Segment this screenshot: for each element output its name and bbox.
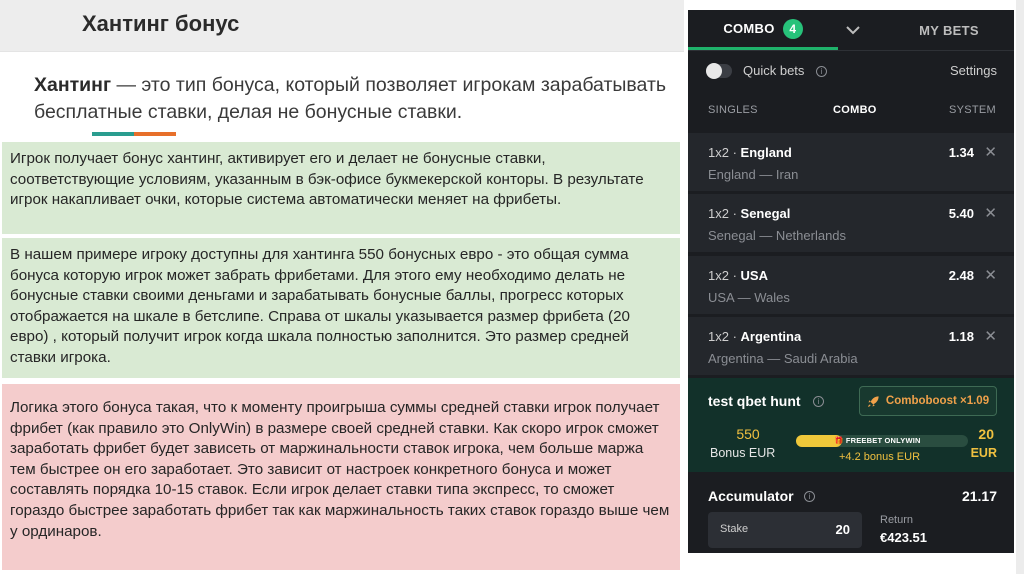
info-icon[interactable]: i xyxy=(804,491,815,502)
stake-label: Stake xyxy=(720,523,749,535)
bet-item: 1x2 · Senegal Senegal — Netherlands 5.40… xyxy=(688,194,1014,252)
bet-odd: 2.48 xyxy=(948,268,974,283)
bet-market: 1x2 · Argentina xyxy=(708,329,802,344)
bet-match: England — Iran xyxy=(708,167,799,182)
stake-input[interactable]: Stake 20 xyxy=(708,512,862,548)
close-icon[interactable]: ✕ xyxy=(984,143,997,161)
bet-match: USA — Wales xyxy=(708,290,790,305)
progress-label-text: FREEBET ONLYWIN xyxy=(845,436,921,445)
bet-odd: 1.18 xyxy=(948,329,974,344)
bet-item: 1x2 · Argentina Argentina — Saudi Arabia… xyxy=(688,317,1014,375)
bet-pick: Argentina xyxy=(740,329,802,344)
close-icon[interactable]: ✕ xyxy=(984,266,997,284)
comboboost-button[interactable]: Comboboost ×1.09 xyxy=(859,386,997,416)
bet-pick: England xyxy=(740,145,792,160)
bet-match: Senegal — Netherlands xyxy=(708,228,847,243)
intro-text: Хантинг — это тип бонуса, который позвол… xyxy=(34,72,674,126)
slide-title: Хантинг бонус xyxy=(82,11,240,36)
comboboost-label: Comboboost ×1.09 xyxy=(885,395,990,407)
bet-pick: Senegal xyxy=(740,206,791,221)
bet-market-type: 1x2 xyxy=(708,329,729,344)
return-label: Return xyxy=(880,514,914,526)
info-box-example: В нашем примере игроку доступны для хант… xyxy=(2,238,680,378)
progress-label: 🎁 FREEBET ONLYWIN xyxy=(834,436,921,445)
bet-market: 1x2 · England xyxy=(708,145,792,160)
betslip-panel: COMBO 4 MY BETS Quick bets i Settings SI… xyxy=(688,10,1014,553)
tab-combo-label: COMBO xyxy=(723,21,775,36)
quick-bets-label: Quick bets xyxy=(743,63,805,78)
return-value: €423.51 xyxy=(880,530,927,545)
bet-market-type: 1x2 xyxy=(708,206,729,221)
info-box-logic: Логика этого бонуса такая, что к моменту… xyxy=(2,384,680,570)
info-icon[interactable]: i xyxy=(813,396,824,407)
subtab-combo[interactable]: COMBO xyxy=(833,104,877,116)
hunt-progress-bar: 🎁 FREEBET ONLYWIN xyxy=(796,435,968,447)
tabs-divider xyxy=(688,50,1014,51)
subtab-system[interactable]: SYSTEM xyxy=(949,104,996,116)
accent-orange xyxy=(134,132,176,136)
bet-odd: 5.40 xyxy=(948,206,974,221)
subtab-singles[interactable]: SINGLES xyxy=(708,104,758,116)
close-icon[interactable]: ✕ xyxy=(984,327,997,345)
hunt-bonus-block: test qbet hunt i Comboboost ×1.09 550 Bo… xyxy=(688,378,1014,472)
bet-item: 1x2 · England England — Iran 1.34 ✕ xyxy=(688,133,1014,191)
stake-value: 20 xyxy=(835,522,850,537)
bet-item: 1x2 · USA USA — Wales 2.48 ✕ xyxy=(688,256,1014,314)
bet-type-subtabs: SINGLES COMBO SYSTEM xyxy=(688,102,1014,122)
betslip-tabs: COMBO 4 MY BETS xyxy=(688,10,1014,50)
bet-pick: USA xyxy=(740,268,768,283)
bet-market: 1x2 · Senegal xyxy=(708,206,791,221)
bet-odd: 1.34 xyxy=(948,145,974,160)
slide-title-bar: Хантинг бонус xyxy=(0,0,684,52)
freebet-amount: 20 xyxy=(978,426,994,442)
bet-market-type: 1x2 xyxy=(708,268,729,283)
combo-count-badge: 4 xyxy=(782,18,803,39)
close-icon[interactable]: ✕ xyxy=(984,204,997,222)
intro-term: Хантинг xyxy=(34,74,112,96)
accumulator-odds: 21.17 xyxy=(961,488,997,504)
info-box-activation: Игрок получает бонус хантинг, активирует… xyxy=(2,142,680,234)
tab-my-bets[interactable]: MY BETS xyxy=(884,10,1014,50)
bet-market-type: 1x2 xyxy=(708,145,729,160)
hunt-title: test qbet hunt xyxy=(708,393,801,409)
intro-rest: — это тип бонуса, который позволяет игро… xyxy=(34,74,667,123)
quick-bets-toggle[interactable] xyxy=(706,63,732,79)
bonus-earned: +4.2 bonus EUR xyxy=(839,451,921,463)
accent-divider xyxy=(92,132,176,136)
chevron-down-icon[interactable] xyxy=(838,10,868,50)
bet-market: 1x2 · USA xyxy=(708,268,768,283)
quick-bets-row: Quick bets i Settings xyxy=(688,58,1014,84)
toggle-knob xyxy=(706,63,722,79)
bet-match: Argentina — Saudi Arabia xyxy=(708,351,858,366)
accent-teal xyxy=(92,132,134,136)
rocket-icon xyxy=(867,395,879,407)
accumulator-title: Accumulator xyxy=(708,488,794,504)
accumulator-block: Accumulator i 21.17 Stake 20 Return €423… xyxy=(688,478,1014,553)
settings-link[interactable]: Settings xyxy=(950,63,997,78)
freebet-currency: EUR xyxy=(970,446,997,460)
tab-combo[interactable]: COMBO 4 xyxy=(688,10,838,50)
bonus-currency: Bonus EUR xyxy=(710,446,776,460)
bonus-amount: 550 xyxy=(736,426,760,442)
slide-edge xyxy=(1016,0,1024,574)
info-icon[interactable]: i xyxy=(816,66,827,77)
